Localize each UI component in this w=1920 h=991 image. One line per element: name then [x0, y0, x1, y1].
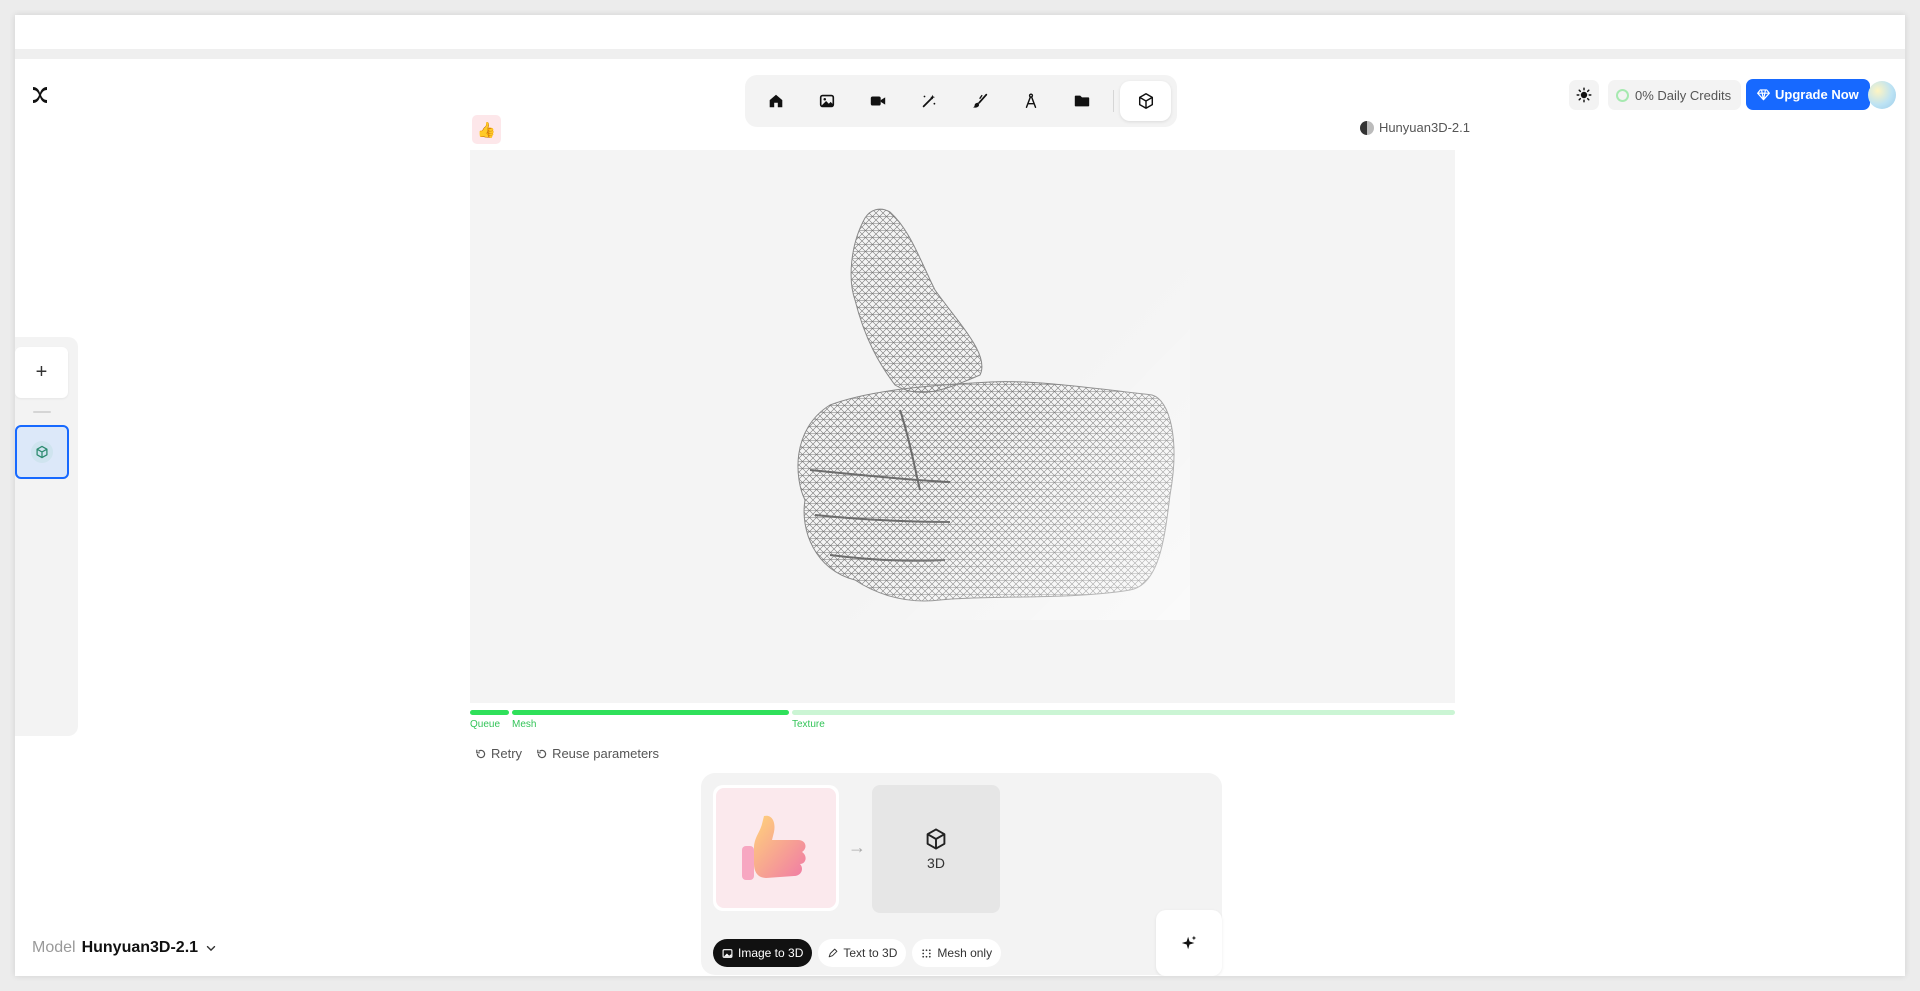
- mesh-icon: [922, 948, 932, 958]
- image-icon: [722, 948, 733, 958]
- thumbs-up-emoji: 👍: [477, 121, 496, 139]
- edit-button[interactable]: [904, 81, 955, 121]
- credits-progress-ring: [1616, 88, 1629, 102]
- progress-mesh-label: Mesh: [512, 719, 537, 730]
- app-logo[interactable]: [31, 85, 49, 105]
- progress-mesh-segment: [512, 710, 789, 715]
- model-selector[interactable]: Model Hunyuan3D-2.1: [32, 939, 218, 957]
- refresh-icon: [537, 749, 547, 758]
- tab-image-to-3d[interactable]: Image to 3D: [713, 939, 813, 967]
- output-3d-label: 3D: [927, 855, 945, 871]
- image-icon: [820, 94, 835, 108]
- mode-tabs: Image to 3D Text to 3D Mesh only: [713, 939, 1002, 967]
- generation-progress: Queue Mesh Texture: [470, 710, 1455, 730]
- folder-icon: [1074, 95, 1089, 107]
- magic-wand-icon: [922, 94, 936, 108]
- progress-queue-label: Queue: [470, 719, 501, 730]
- home-icon: [770, 94, 783, 108]
- sidebar-divider: [33, 411, 51, 413]
- tab-mesh-only-label: Mesh only: [937, 946, 993, 960]
- model-tag-label: Hunyuan3D-2.1: [1378, 120, 1470, 135]
- brush-icon: [972, 93, 988, 108]
- toolbar-separator: [1113, 90, 1115, 112]
- tab-text-to-3d[interactable]: Text to 3D: [818, 939, 907, 967]
- user-avatar[interactable]: [1868, 81, 1896, 109]
- generation-composer: → 3D Image to 3D Text to 3D Mesh only: [701, 773, 1222, 976]
- model-tag: Hunyuan3D-2.1: [1359, 120, 1470, 135]
- cube-icon: [1138, 93, 1153, 109]
- history-item-3d[interactable]: [15, 425, 69, 479]
- output-3d-slot[interactable]: 3D: [872, 785, 1000, 913]
- chevron-down-icon: [206, 945, 216, 952]
- refresh-icon: [476, 749, 486, 758]
- pen-icon: [829, 948, 838, 957]
- app-window: 0% Daily Credits Upgrade Now + Model Hun…: [15, 15, 1905, 976]
- plus-icon: +: [35, 361, 48, 383]
- tab-image-to-3d-label: Image to 3D: [738, 946, 804, 960]
- assets-button[interactable]: [1056, 81, 1107, 121]
- input-image-preview: [716, 788, 836, 908]
- new-generation-button[interactable]: +: [15, 347, 68, 398]
- reuse-parameters-button[interactable]: Reuse parameters: [536, 746, 659, 761]
- home-button[interactable]: [751, 81, 802, 121]
- generate-button[interactable]: [1156, 910, 1222, 976]
- model-selector-label: Model: [32, 939, 76, 956]
- tab-mesh-only[interactable]: Mesh only: [912, 939, 1002, 967]
- browser-top-bar: [15, 15, 1905, 59]
- retry-label: Retry: [491, 746, 523, 761]
- upgrade-button[interactable]: Upgrade Now: [1746, 79, 1870, 110]
- retry-button[interactable]: Retry: [475, 746, 522, 761]
- tab-text-to-3d-label: Text to 3D: [843, 946, 898, 960]
- progress-texture-label: Texture: [792, 719, 825, 730]
- reuse-parameters-label: Reuse parameters: [552, 746, 660, 761]
- video-button[interactable]: [853, 81, 904, 121]
- design-button[interactable]: [1005, 81, 1056, 121]
- credits-label: 0% Daily Credits: [1635, 87, 1732, 103]
- history-sidebar: +: [15, 337, 78, 736]
- brush-button[interactable]: [955, 81, 1006, 121]
- input-image-slot[interactable]: [713, 785, 839, 911]
- compass-icon: [1025, 93, 1037, 109]
- theme-toggle-button[interactable]: [1569, 80, 1599, 110]
- cube-icon: [926, 828, 946, 850]
- diamond-icon: [1757, 89, 1770, 101]
- 3d-model-viewer[interactable]: [470, 150, 1455, 703]
- upgrade-label: Upgrade Now: [1775, 87, 1859, 102]
- result-actions: Retry Reuse parameters: [475, 746, 659, 761]
- sparkle-icon: [1181, 935, 1197, 950]
- progress-queue-segment: [470, 710, 509, 715]
- hand-mesh: [770, 190, 1190, 620]
- history-thumbnail: [31, 441, 53, 463]
- prompt-image-thumbnail[interactable]: 👍: [472, 115, 501, 144]
- wireframe-hand-model: [770, 190, 1190, 620]
- model-logo-icon: [1359, 120, 1374, 135]
- model-selector-value: Hunyuan3D-2.1: [81, 939, 199, 956]
- thumbs-up-image: [742, 815, 806, 880]
- image-button[interactable]: [802, 81, 853, 121]
- video-icon: [870, 96, 886, 106]
- arrow-right-icon: →: [848, 837, 866, 857]
- cube-icon: [36, 445, 48, 459]
- daily-credits-indicator[interactable]: 0% Daily Credits: [1608, 80, 1742, 110]
- 3d-button[interactable]: [1120, 81, 1171, 121]
- main-toolbar: [745, 75, 1177, 127]
- progress-texture-segment: [792, 710, 1455, 715]
- sun-icon: [1576, 87, 1592, 103]
